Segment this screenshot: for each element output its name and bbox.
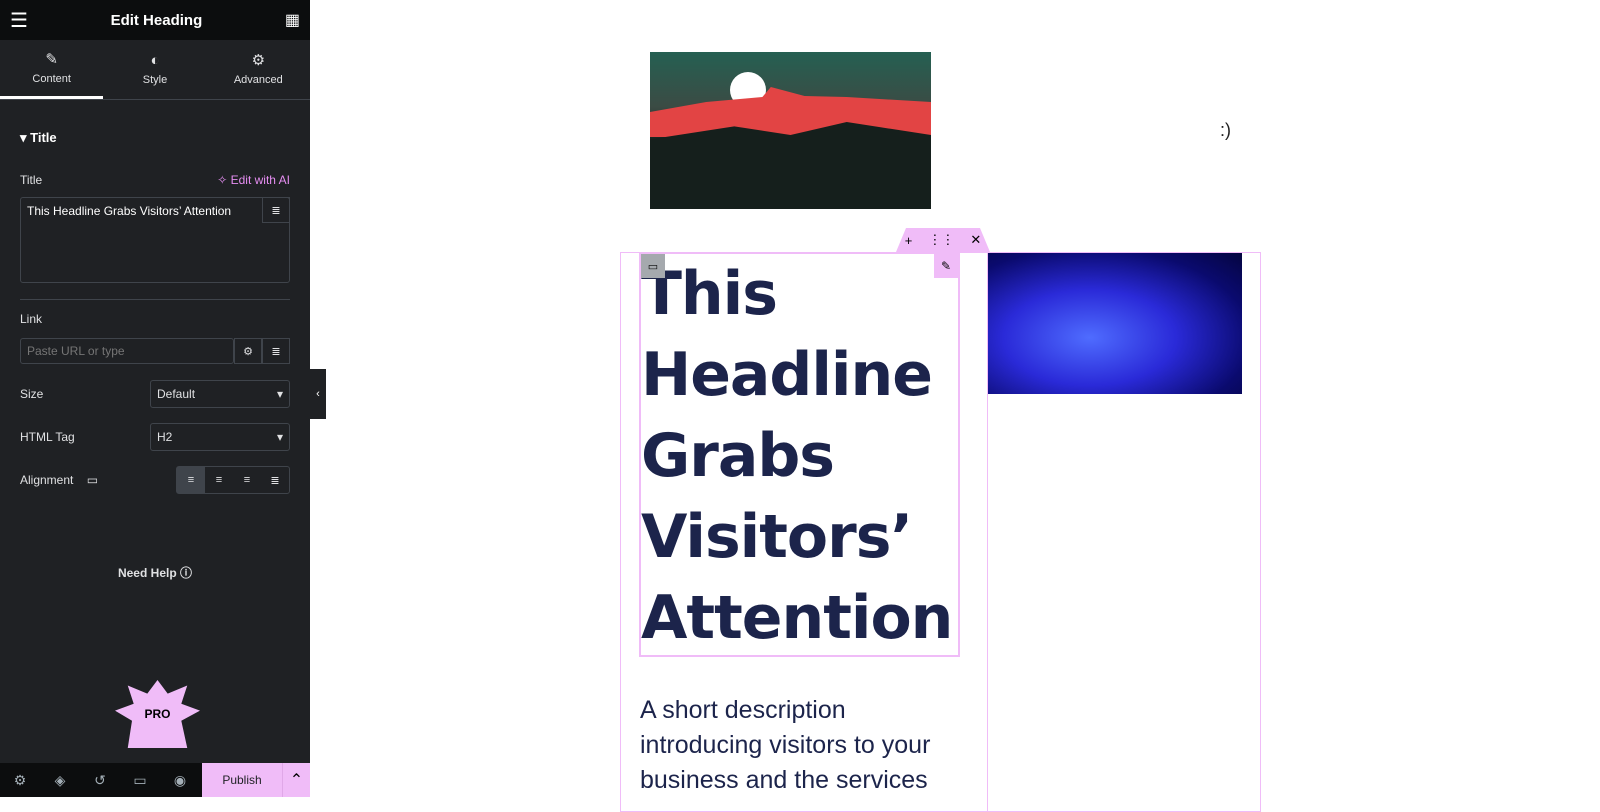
tab-advanced[interactable]: ⚙ Advanced bbox=[207, 40, 310, 99]
mountain-image[interactable] bbox=[650, 52, 931, 209]
publish-options-chevron-up-icon[interactable]: ⌃ bbox=[282, 763, 310, 797]
description-text: A short description introducing visitors… bbox=[640, 696, 931, 794]
link-label: Link bbox=[20, 312, 43, 326]
widget-handle-icon[interactable]: ▭ bbox=[641, 254, 665, 278]
question-icon: ⓘ bbox=[180, 566, 193, 580]
html-tag-label: HTML Tag bbox=[20, 430, 75, 444]
pencil-icon: ✎ bbox=[45, 50, 58, 68]
settings-icon[interactable]: ⚙ bbox=[0, 772, 40, 789]
size-value: Default bbox=[157, 387, 196, 401]
html-tag-select[interactable]: H2 ▾ bbox=[150, 423, 290, 451]
pro-promo-illustration: PRO bbox=[115, 680, 200, 748]
hamburger-icon[interactable]: ☰ bbox=[10, 8, 28, 33]
drag-handle-icon[interactable]: ⋮⋮ bbox=[928, 232, 954, 248]
need-help-link[interactable]: Need Help ⓘ bbox=[20, 564, 290, 581]
publish-button[interactable]: Publish bbox=[202, 763, 282, 797]
size-select[interactable]: Default ▾ bbox=[150, 380, 290, 408]
alignment-label: Alignment bbox=[20, 473, 74, 487]
tab-label: Content bbox=[32, 72, 71, 85]
abstract-blue-image[interactable] bbox=[988, 253, 1242, 394]
tab-label: Advanced bbox=[233, 74, 283, 86]
edit-widget-pencil-icon[interactable]: ✎ bbox=[934, 254, 958, 278]
align-right-button[interactable]: ≡ bbox=[233, 467, 261, 493]
edit-with-ai-button[interactable]: ✧ Edit with AI bbox=[217, 173, 290, 187]
chevron-down-icon: ▾ bbox=[276, 387, 283, 401]
add-icon[interactable]: + bbox=[905, 233, 913, 248]
editor-panel: ☰ Edit Heading ▦ ✎ Content ◐ Style ⚙ Advanc… bbox=[0, 0, 310, 797]
edit-ai-label: Edit with AI bbox=[230, 173, 290, 187]
dynamic-tags-icon[interactable]: ≣ bbox=[262, 197, 290, 223]
heading-widget[interactable]: ▭ ✎ This Headline Grabs Visitors’ Attent… bbox=[639, 252, 960, 657]
smiley-text: :) bbox=[1220, 120, 1231, 140]
preview-eye-icon[interactable]: ◉ bbox=[160, 772, 200, 789]
title-label: Title bbox=[20, 173, 43, 187]
size-label: Size bbox=[20, 387, 44, 401]
html-tag-value: H2 bbox=[157, 430, 173, 444]
panel-header: ☰ Edit Heading ▦ bbox=[0, 0, 310, 40]
tab-label: Style bbox=[142, 74, 168, 86]
heading-text: This Headline Grabs Visitors’ Attention bbox=[641, 259, 953, 653]
close-icon[interactable]: ✕ bbox=[970, 232, 981, 248]
grid-icon[interactable]: ▦ bbox=[285, 10, 300, 30]
section-title: Title bbox=[30, 130, 57, 145]
link-dynamic-tags-icon[interactable]: ≣ bbox=[262, 338, 290, 364]
preview-canvas: :) + ⋮⋮ ✕ ▭ ✎ This Headline Grabs Visitors… bbox=[310, 0, 1600, 812]
container-toolbar: + ⋮⋮ ✕ bbox=[896, 228, 990, 252]
contrast-icon: ◐ bbox=[150, 52, 160, 69]
need-help-label: Need Help bbox=[117, 566, 177, 580]
layers-icon[interactable]: ◈ bbox=[40, 772, 80, 789]
align-center-button[interactable]: ≡ bbox=[205, 467, 233, 493]
tab-style[interactable]: ◐ Style bbox=[103, 40, 206, 99]
gear-icon: ⚙ bbox=[251, 52, 266, 69]
section-title-toggle[interactable]: ▾ Title bbox=[20, 130, 290, 146]
chevron-down-icon: ▾ bbox=[276, 430, 283, 444]
panel-title: Edit Heading bbox=[110, 11, 203, 29]
responsive-icon[interactable]: ▭ bbox=[120, 772, 160, 789]
panel-footer: ⚙ ◈ ↺ ▭ ◉ Publish ⌃ bbox=[0, 763, 310, 797]
title-textarea[interactable]: This Headline Grabs Visitors’ Attention bbox=[20, 197, 290, 283]
align-left-button[interactable]: ≡ bbox=[177, 467, 205, 493]
link-options-gear-icon[interactable]: ⚙ bbox=[234, 338, 262, 364]
link-input[interactable] bbox=[20, 338, 234, 364]
align-justify-button[interactable]: ≣ bbox=[261, 467, 289, 493]
history-icon[interactable]: ↺ bbox=[80, 772, 120, 789]
tab-content[interactable]: ✎ Content bbox=[0, 40, 104, 99]
desktop-icon[interactable]: ▭ bbox=[87, 473, 98, 487]
